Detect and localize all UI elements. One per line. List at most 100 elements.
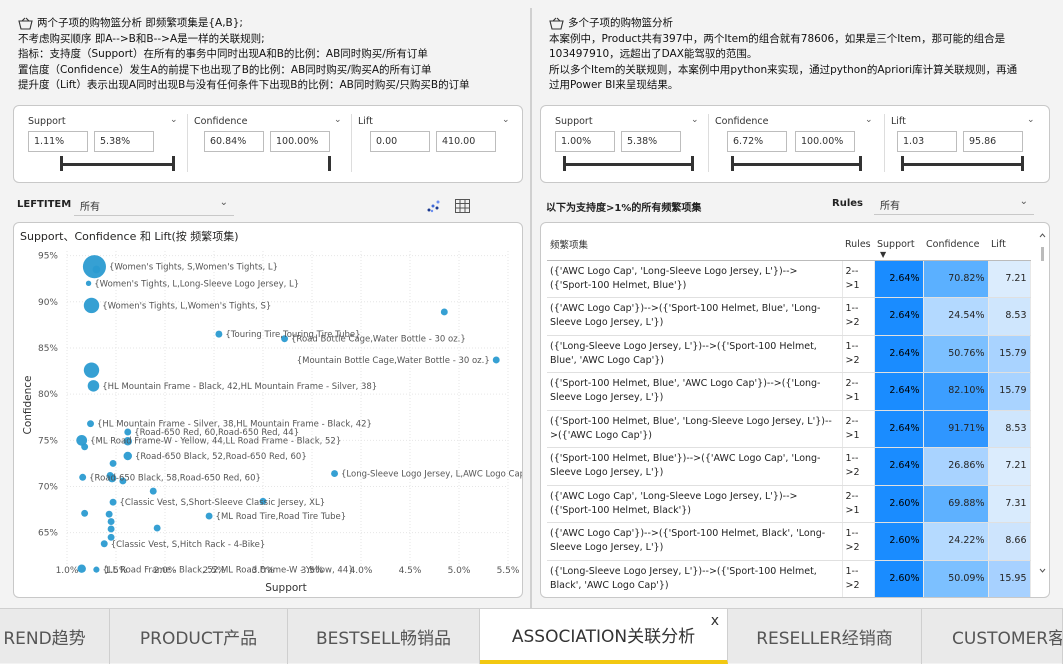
chevron-down-icon[interactable]: ⌄	[865, 115, 873, 125]
lift-min-input[interactable]: 0.00	[370, 131, 430, 152]
table-row[interactable]: ({'AWC Logo Cap'})-->({'Sport-100 Helmet…	[547, 522, 1031, 561]
scatter-point[interactable]	[109, 498, 117, 506]
sort-desc-icon[interactable]: ▼	[880, 250, 886, 259]
lift-max-input[interactable]: 410.00	[436, 131, 496, 152]
scatter-point[interactable]	[440, 308, 448, 316]
scatter-point[interactable]	[83, 297, 100, 314]
scatter-point[interactable]	[107, 525, 115, 533]
table-row[interactable]: ({'Long-Sleeve Logo Jersey, L'})-->({'Sp…	[547, 335, 1031, 373]
tab-customer[interactable]: CUSTOMER客	[922, 609, 1063, 664]
slider-min-handle[interactable]	[731, 156, 734, 171]
slider-max-handle[interactable]	[1021, 156, 1024, 171]
slider-max-handle[interactable]	[691, 156, 694, 171]
slider-min-handle[interactable]	[563, 156, 566, 171]
table-row[interactable]: ({'Long-Sleeve Logo Jersey, L'})-->({'Sp…	[547, 560, 1031, 597]
scrollbar[interactable]	[1039, 233, 1046, 573]
col-confidence[interactable]: Confidence	[923, 229, 988, 261]
support-slicer[interactable]: Support ⌄ 1.11% 5.38%	[22, 106, 188, 182]
lift-slicer[interactable]: Lift ⌄ 1.03 95.86	[885, 106, 1049, 182]
itemset-cell: ({'AWC Logo Cap', 'Long-Sleeve Logo Jers…	[547, 260, 843, 298]
scatter-point[interactable]	[81, 509, 89, 517]
tab-product[interactable]: PRODUCT产品	[110, 609, 288, 664]
confidence-slicer[interactable]: Confidence ⌄ 60.84% 100.00%	[188, 106, 352, 182]
support-min-input[interactable]: 1.11%	[28, 131, 88, 152]
leftitem-dropdown[interactable]: 所有 ⌄	[74, 194, 234, 216]
col-support[interactable]: Support ▼	[874, 229, 923, 261]
scatter-point[interactable]	[105, 510, 113, 518]
chevron-down-icon[interactable]: ⌄	[170, 115, 178, 125]
scatter-point[interactable]	[81, 443, 89, 451]
confidence-slicer[interactable]: Confidence ⌄ 6.72% 100.00%	[709, 106, 885, 182]
slider-track[interactable]	[60, 163, 174, 166]
support-min-input[interactable]: 1.00%	[555, 131, 615, 152]
confidence-max-input[interactable]: 100.00%	[795, 131, 855, 152]
scatter-point[interactable]	[331, 470, 339, 478]
rules-cell: 1-->2	[842, 335, 875, 373]
table-row[interactable]: ({'AWC Logo Cap', 'Long-Sleeve Logo Jers…	[547, 485, 1031, 523]
lift-slicer[interactable]: Lift ⌄ 0.00 410.00	[352, 106, 522, 182]
slider-track[interactable]	[901, 163, 1023, 166]
slider-track[interactable]	[563, 163, 693, 166]
scatter-icon[interactable]	[426, 199, 442, 213]
slider-max-handle[interactable]	[328, 156, 331, 171]
scatter-point[interactable]	[85, 280, 92, 287]
chevron-down-icon[interactable]: ⌄	[502, 115, 510, 125]
chevron-down-icon[interactable]: ⌄	[691, 115, 699, 125]
table-row[interactable]: ({'Sport-100 Helmet, Blue'})-->({'AWC Lo…	[547, 447, 1031, 486]
scatter-point[interactable]	[100, 540, 108, 548]
table-row[interactable]: ({'AWC Logo Cap', 'Long-Sleeve Logo Jers…	[547, 260, 1031, 298]
slider-track[interactable]	[731, 163, 861, 166]
itemset-cell: ({'Long-Sleeve Logo Jersey, L'})-->({'Sp…	[547, 560, 843, 597]
slider-min-handle[interactable]	[901, 156, 904, 171]
scatter-point[interactable]	[93, 566, 100, 573]
table-row[interactable]: ({'Sport-100 Helmet, Blue', 'Long-Sleeve…	[547, 410, 1031, 448]
rules-dropdown[interactable]: 所有 ⌄	[874, 193, 1034, 215]
page-tabs: REND趋势 PRODUCT产品 BESTSELL畅销品 ASSOCIATION…	[0, 608, 1063, 664]
lift-max-input[interactable]: 95.86	[963, 131, 1023, 152]
tab-association[interactable]: ASSOCIATION关联分析 x	[480, 609, 728, 664]
scatter-point[interactable]	[109, 459, 117, 467]
y-tick-label: 70%	[38, 483, 58, 493]
scatter-point[interactable]	[87, 380, 100, 392]
tab-bestsell[interactable]: BESTSELL畅销品	[288, 609, 480, 664]
slicer-label: Confidence	[194, 116, 248, 127]
scatter-point[interactable]	[153, 524, 161, 532]
lift-cell: 15.79	[988, 372, 1031, 411]
scatter-point[interactable]	[77, 564, 86, 573]
scatter-point[interactable]	[83, 362, 100, 378]
tab-reseller[interactable]: RESELLER经销商	[728, 609, 922, 664]
confidence-min-input[interactable]: 60.84%	[204, 131, 264, 152]
scatter-point[interactable]	[107, 518, 115, 526]
leftitem-value: 所有	[80, 202, 100, 213]
table-row[interactable]: ({'AWC Logo Cap'})-->({'Sport-100 Helmet…	[547, 297, 1031, 336]
scatter-point[interactable]	[215, 330, 223, 338]
col-lift[interactable]: Lift	[988, 229, 1030, 261]
chevron-down-icon[interactable]: ⌄	[1020, 196, 1028, 207]
scatter-point[interactable]	[123, 451, 132, 461]
slicer-label: Support	[28, 116, 66, 127]
slider-min-handle[interactable]	[60, 156, 63, 171]
col-rules[interactable]: Rules	[842, 229, 874, 261]
support-max-input[interactable]: 5.38%	[94, 131, 154, 152]
support-max-input[interactable]: 5.38%	[621, 131, 681, 152]
slider-max-handle[interactable]	[172, 156, 175, 171]
tab-trend[interactable]: REND趋势	[0, 609, 110, 664]
close-icon[interactable]: x	[711, 613, 719, 629]
scatter-point[interactable]	[87, 420, 94, 428]
confidence-max-input[interactable]: 100.00%	[270, 131, 330, 152]
scatter-point[interactable]	[92, 265, 101, 274]
confidence-min-input[interactable]: 6.72%	[727, 131, 787, 152]
scatter-point[interactable]	[205, 512, 213, 520]
slider-max-handle[interactable]	[859, 156, 862, 171]
chevron-down-icon[interactable]: ⌄	[334, 115, 342, 125]
scatter-point[interactable]	[492, 356, 500, 364]
scatter-point[interactable]	[149, 487, 157, 495]
support-slicer[interactable]: Support ⌄ 1.00% 5.38%	[549, 106, 709, 182]
scatter-point[interactable]	[79, 473, 87, 481]
table-row[interactable]: ({'Sport-100 Helmet, Blue', 'AWC Logo Ca…	[547, 372, 1031, 411]
col-itemset[interactable]: 频繁项集	[547, 229, 842, 261]
table-icon[interactable]	[455, 199, 470, 213]
lift-min-input[interactable]: 1.03	[897, 131, 957, 152]
chevron-down-icon[interactable]: ⌄	[220, 197, 228, 208]
chevron-down-icon[interactable]: ⌄	[1027, 115, 1035, 125]
